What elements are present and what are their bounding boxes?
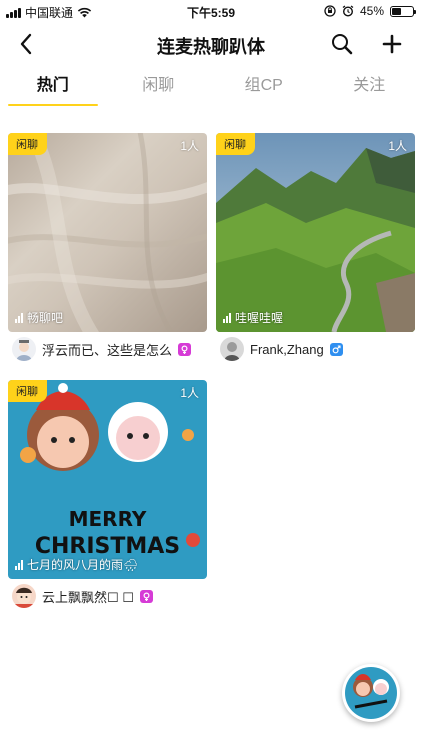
room-name-text: 畅聊吧 [27,311,64,325]
room-card[interactable]: MERRY CHRISTMAS 闲聊 1人 七月的风八月的雨🌧 云上飘飘然☐ ☐ [8,380,207,608]
owner-name: Frank,Zhang [250,341,324,357]
tab-label: 闲聊 [142,77,175,94]
participant-count: 1人 [180,139,199,153]
room-category-badge: 闲聊 [8,133,47,155]
room-name-text: 七月的风八月的雨🌧 [27,558,139,572]
floating-room-avatar [345,667,397,719]
tab-label: 组CP [244,77,283,94]
search-icon [332,34,353,55]
status-bar: 中国联通 下午5:59 45% [0,0,422,22]
active-tab-indicator [8,104,98,106]
room-name-text: 哇喔哇喔 [235,311,284,325]
room-name: 畅聊吧 [15,309,63,326]
category-tabs: 热门 闲聊 组CP 关注 [0,68,422,108]
room-thumbnail: MERRY CHRISTMAS 闲聊 1人 七月的风八月的雨🌧 [8,380,207,579]
avatar [12,337,36,361]
signal-bars-icon [15,559,23,570]
female-icon [178,342,192,356]
owner-name: 浮云而已、这些是怎么 [42,342,173,358]
floating-room-button[interactable] [342,664,400,722]
search-button[interactable] [328,30,356,58]
owner-name: 云上飘飘然☐ ☐ [42,589,134,605]
nav-bar: 连麦热聊趴体 [0,22,422,66]
cover-text-line: MERRY [68,507,147,531]
battery-percent: 45% [359,4,384,18]
participant-count: 1人 [388,139,407,153]
room-cover-image [216,133,415,332]
cover-image-text: MERRY CHRISTMAS [8,505,207,561]
page-title: 连麦热聊趴体 [157,37,265,57]
alarm-icon [342,5,354,17]
avatar [12,584,36,608]
rotation-lock-icon [324,5,336,17]
tab-cp[interactable]: 组CP [211,68,317,108]
room-thumbnail: 闲聊 1人 畅聊吧 [8,133,207,332]
room-name: 哇喔哇喔 [223,309,283,326]
tab-hot[interactable]: 热门 [0,68,106,108]
room-cover-image [8,133,207,332]
tab-label: 关注 [353,77,386,94]
signal-bars-icon [15,312,23,323]
add-button[interactable] [378,30,406,58]
tab-follow[interactable]: 关注 [317,68,422,108]
tab-chat[interactable]: 闲聊 [106,68,212,108]
battery-icon [390,5,416,17]
avatar [220,337,244,361]
tab-label: 热门 [36,77,69,94]
room-thumbnail: 闲聊 1人 哇喔哇喔 [216,133,415,332]
participant-count: 1人 [180,386,199,400]
female-icon [139,589,153,603]
signal-bars-icon [223,312,231,323]
room-owner: 云上飘飘然☐ ☐ [12,584,212,608]
plus-icon [382,34,402,54]
room-name: 七月的风八月的雨🌧 [15,556,138,573]
status-right: 45% [324,4,416,18]
room-owner: Frank,Zhang [220,337,420,361]
room-card[interactable]: 闲聊 1人 哇喔哇喔 Frank,Zhang [216,133,415,361]
room-card[interactable]: 闲聊 1人 畅聊吧 浮云而已、这些是怎么 [8,133,207,361]
room-category-badge: 闲聊 [216,133,255,155]
room-owner: 浮云而已、这些是怎么 [12,337,212,361]
male-icon [329,342,343,356]
room-category-badge: 闲聊 [8,380,47,402]
